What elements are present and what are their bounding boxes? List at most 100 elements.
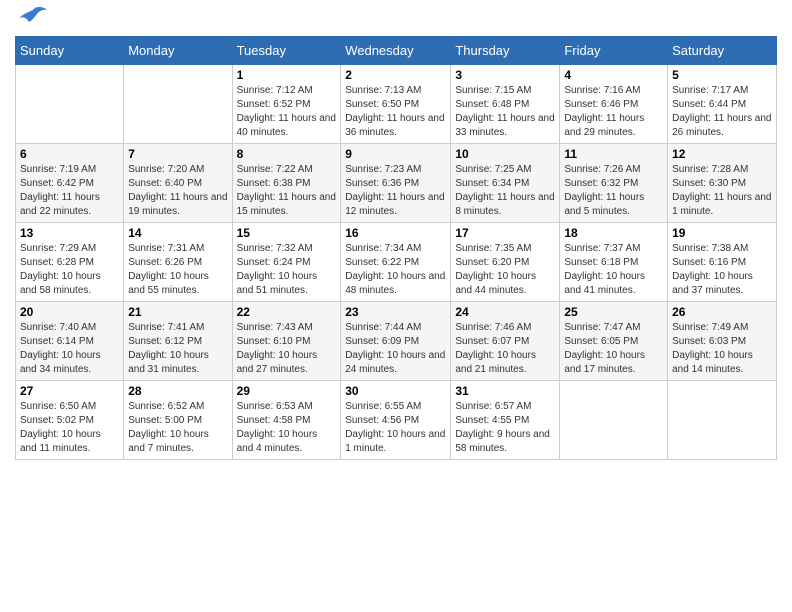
weekday-header-tuesday: Tuesday — [232, 37, 341, 65]
weekday-header-row: SundayMondayTuesdayWednesdayThursdayFrid… — [16, 37, 777, 65]
weekday-header-wednesday: Wednesday — [341, 37, 451, 65]
day-number: 18 — [564, 226, 663, 240]
day-number: 1 — [237, 68, 337, 82]
calendar-cell — [124, 65, 232, 144]
day-number: 5 — [672, 68, 772, 82]
calendar-cell: 9 Sunrise: 7:23 AMSunset: 6:36 PMDaylight… — [341, 144, 451, 223]
calendar-cell: 4 Sunrise: 7:16 AMSunset: 6:46 PMDaylight… — [560, 65, 668, 144]
day-number: 14 — [128, 226, 227, 240]
weekday-header-monday: Monday — [124, 37, 232, 65]
day-number: 11 — [564, 147, 663, 161]
calendar-cell: 30 Sunrise: 6:55 AMSunset: 4:56 PMDayligh… — [341, 381, 451, 460]
day-number: 6 — [20, 147, 119, 161]
calendar-cell — [16, 65, 124, 144]
calendar-cell: 19Sunrise: 7:38 AMSunset: 6:16 PMDayligh… — [668, 223, 777, 302]
day-number: 13 — [20, 226, 119, 240]
day-detail: Sunrise: 7:23 AMSunset: 6:36 PMDaylight:… — [345, 164, 444, 217]
day-detail: Sunrise: 7:25 AMSunset: 6:34 PMDaylight:… — [455, 164, 554, 217]
day-number: 29 — [237, 384, 337, 398]
calendar-cell: 31Sunrise: 6:57 AMSunset: 4:55 PMDayligh… — [451, 381, 560, 460]
day-detail: Sunrise: 7:49 AMSunset: 6:03 PMDaylight:… — [672, 322, 753, 375]
day-detail: Sunrise: 7:12 AMSunset: 6:52 PMDaylight:… — [237, 85, 336, 138]
day-detail: Sunrise: 7:47 AMSunset: 6:05 PMDaylight:… — [564, 322, 645, 375]
day-number: 10 — [455, 147, 555, 161]
calendar-cell: 12 Sunrise: 7:28 AMSunset: 6:30 PMDayligh… — [668, 144, 777, 223]
day-number: 28 — [128, 384, 227, 398]
calendar-cell: 10 Sunrise: 7:25 AMSunset: 6:34 PMDayligh… — [451, 144, 560, 223]
day-detail: Sunrise: 7:16 AMSunset: 6:46 PMDaylight:… — [564, 85, 644, 138]
calendar-cell: 20 Sunrise: 7:40 AMSunset: 6:14 PMDayligh… — [16, 302, 124, 381]
day-number: 24 — [455, 305, 555, 319]
day-detail: Sunrise: 7:19 AMSunset: 6:42 PMDaylight:… — [20, 164, 100, 217]
day-detail: Sunrise: 7:29 AMSunset: 6:28 PMDaylight:… — [20, 243, 101, 296]
day-number: 2 — [345, 68, 446, 82]
calendar-cell: 21 Sunrise: 7:41 AMSunset: 6:12 PMDayligh… — [124, 302, 232, 381]
day-detail: Sunrise: 7:32 AMSunset: 6:24 PMDaylight:… — [237, 243, 318, 296]
day-number: 27 — [20, 384, 119, 398]
day-number: 30 — [345, 384, 446, 398]
day-detail: Sunrise: 7:41 AMSunset: 6:12 PMDaylight:… — [128, 322, 209, 375]
day-detail: Sunrise: 7:31 AMSunset: 6:26 PMDaylight:… — [128, 243, 209, 296]
calendar-cell: 24Sunrise: 7:46 AMSunset: 6:07 PMDayligh… — [451, 302, 560, 381]
calendar-cell: 1 Sunrise: 7:12 AMSunset: 6:52 PMDaylight… — [232, 65, 341, 144]
calendar-cell: 17 Sunrise: 7:35 AMSunset: 6:20 PMDayligh… — [451, 223, 560, 302]
calendar-cell: 2 Sunrise: 7:13 AMSunset: 6:50 PMDaylight… — [341, 65, 451, 144]
calendar-cell — [560, 381, 668, 460]
week-row-4: 20 Sunrise: 7:40 AMSunset: 6:14 PMDayligh… — [16, 302, 777, 381]
day-detail: Sunrise: 7:22 AMSunset: 6:38 PMDaylight:… — [237, 164, 336, 217]
day-number: 17 — [455, 226, 555, 240]
day-detail: Sunrise: 7:37 AMSunset: 6:18 PMDaylight:… — [564, 243, 645, 296]
weekday-header-saturday: Saturday — [668, 37, 777, 65]
day-detail: Sunrise: 7:40 AMSunset: 6:14 PMDaylight:… — [20, 322, 101, 375]
day-detail: Sunrise: 7:28 AMSunset: 6:30 PMDaylight:… — [672, 164, 771, 217]
day-number: 9 — [345, 147, 446, 161]
day-detail: Sunrise: 6:53 AMSunset: 4:58 PMDaylight:… — [237, 401, 318, 454]
day-number: 12 — [672, 147, 772, 161]
day-detail: Sunrise: 6:52 AMSunset: 5:00 PMDaylight:… — [128, 401, 209, 454]
calendar-cell: 5 Sunrise: 7:17 AMSunset: 6:44 PMDaylight… — [668, 65, 777, 144]
weekday-header-thursday: Thursday — [451, 37, 560, 65]
calendar-cell: 23Sunrise: 7:44 AMSunset: 6:09 PMDayligh… — [341, 302, 451, 381]
calendar-cell: 22Sunrise: 7:43 AMSunset: 6:10 PMDayligh… — [232, 302, 341, 381]
day-detail: Sunrise: 7:13 AMSunset: 6:50 PMDaylight:… — [345, 85, 444, 138]
logo-bird-icon — [19, 6, 47, 28]
week-row-2: 6 Sunrise: 7:19 AMSunset: 6:42 PMDaylight… — [16, 144, 777, 223]
day-detail: Sunrise: 7:44 AMSunset: 6:09 PMDaylight:… — [345, 322, 445, 375]
day-detail: Sunrise: 7:17 AMSunset: 6:44 PMDaylight:… — [672, 85, 771, 138]
calendar-cell — [668, 381, 777, 460]
calendar-cell: 7 Sunrise: 7:20 AMSunset: 6:40 PMDaylight… — [124, 144, 232, 223]
day-detail: Sunrise: 7:35 AMSunset: 6:20 PMDaylight:… — [455, 243, 536, 296]
day-number: 3 — [455, 68, 555, 82]
calendar-cell: 29 Sunrise: 6:53 AMSunset: 4:58 PMDayligh… — [232, 381, 341, 460]
calendar-cell: 25Sunrise: 7:47 AMSunset: 6:05 PMDayligh… — [560, 302, 668, 381]
day-number: 20 — [20, 305, 119, 319]
calendar-cell: 16Sunrise: 7:34 AMSunset: 6:22 PMDayligh… — [341, 223, 451, 302]
calendar-cell: 8Sunrise: 7:22 AMSunset: 6:38 PMDaylight… — [232, 144, 341, 223]
calendar-cell: 26 Sunrise: 7:49 AMSunset: 6:03 PMDayligh… — [668, 302, 777, 381]
calendar-cell: 28 Sunrise: 6:52 AMSunset: 5:00 PMDayligh… — [124, 381, 232, 460]
day-detail: Sunrise: 6:50 AMSunset: 5:02 PMDaylight:… — [20, 401, 101, 454]
calendar-cell: 13 Sunrise: 7:29 AMSunset: 6:28 PMDayligh… — [16, 223, 124, 302]
day-number: 26 — [672, 305, 772, 319]
week-row-3: 13 Sunrise: 7:29 AMSunset: 6:28 PMDayligh… — [16, 223, 777, 302]
calendar-cell: 14 Sunrise: 7:31 AMSunset: 6:26 PMDayligh… — [124, 223, 232, 302]
logo — [15, 10, 47, 28]
day-number: 4 — [564, 68, 663, 82]
calendar-table: SundayMondayTuesdayWednesdayThursdayFrid… — [15, 36, 777, 460]
week-row-1: 1 Sunrise: 7:12 AMSunset: 6:52 PMDaylight… — [16, 65, 777, 144]
weekday-header-friday: Friday — [560, 37, 668, 65]
day-number: 15 — [237, 226, 337, 240]
day-number: 21 — [128, 305, 227, 319]
page-header — [15, 10, 777, 28]
calendar-cell: 18 Sunrise: 7:37 AMSunset: 6:18 PMDayligh… — [560, 223, 668, 302]
day-number: 22 — [237, 305, 337, 319]
calendar-cell: 3 Sunrise: 7:15 AMSunset: 6:48 PMDaylight… — [451, 65, 560, 144]
calendar-cell: 27 Sunrise: 6:50 AMSunset: 5:02 PMDayligh… — [16, 381, 124, 460]
day-detail: Sunrise: 6:57 AMSunset: 4:55 PMDaylight:… — [455, 401, 550, 454]
calendar-cell: 15 Sunrise: 7:32 AMSunset: 6:24 PMDayligh… — [232, 223, 341, 302]
day-number: 7 — [128, 147, 227, 161]
day-detail: Sunrise: 7:15 AMSunset: 6:48 PMDaylight:… — [455, 85, 554, 138]
day-detail: Sunrise: 7:20 AMSunset: 6:40 PMDaylight:… — [128, 164, 227, 217]
calendar-cell: 11Sunrise: 7:26 AMSunset: 6:32 PMDayligh… — [560, 144, 668, 223]
day-detail: Sunrise: 6:55 AMSunset: 4:56 PMDaylight:… — [345, 401, 445, 454]
